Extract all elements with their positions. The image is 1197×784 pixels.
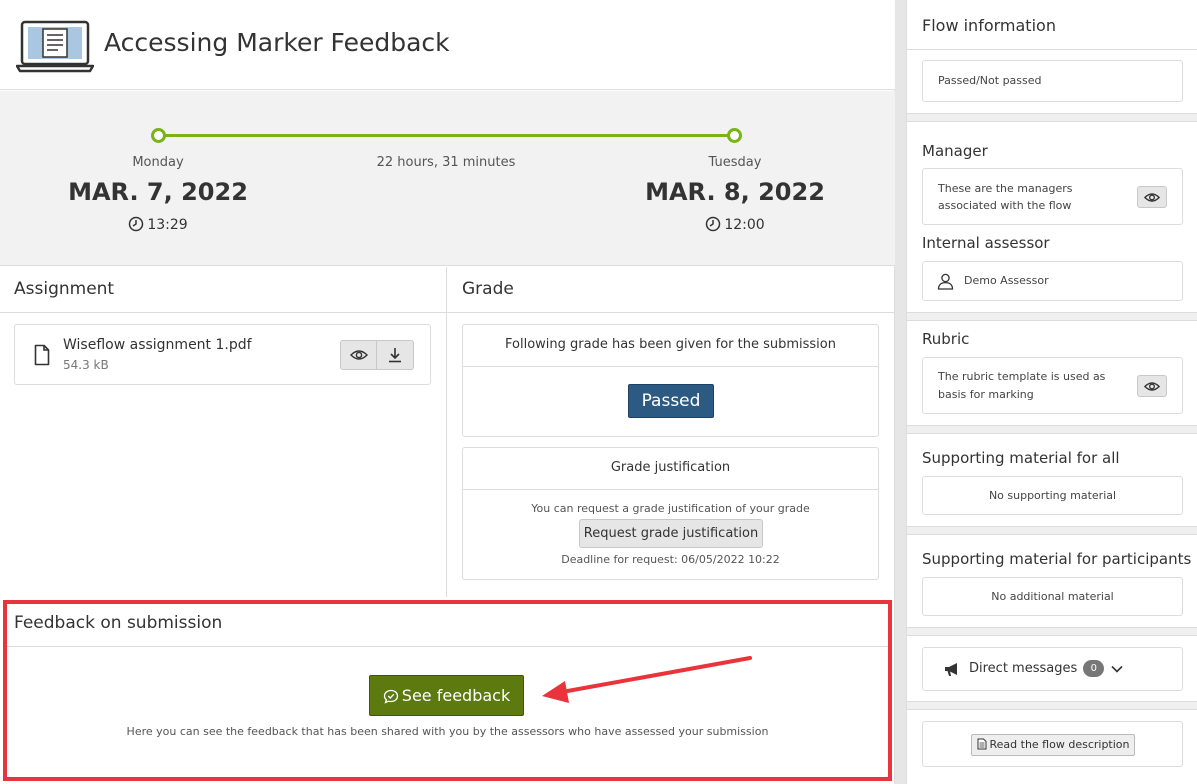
see-feedback-button[interactable]: See feedback: [369, 675, 524, 716]
sidebar-separator: [907, 312, 1197, 321]
sidebar-separator: [907, 113, 1197, 122]
start-time-value: 13:29: [147, 217, 188, 233]
timeline-bar: [158, 134, 734, 137]
read-flow-description-button[interactable]: Read the flow description: [971, 734, 1135, 756]
see-feedback-label: See feedback: [401, 686, 511, 705]
file-actions: [340, 340, 414, 370]
timeline-end-dot: [727, 128, 742, 143]
chat-check-icon: [383, 689, 398, 704]
sidebar-separator: [907, 526, 1197, 535]
eye-icon: [349, 350, 368, 360]
clock-icon: [706, 216, 721, 232]
assessor-name: Demo Assessor: [964, 274, 1049, 287]
sidebar-separator: [907, 425, 1197, 434]
direct-messages-label: Direct messages: [969, 661, 1078, 676]
main-panel: Accessing Marker Feedback Monday MAR. 7,…: [0, 0, 895, 784]
justification-title: Grade justification: [463, 448, 878, 490]
file-icon: [34, 344, 50, 366]
flow-type: Passed/Not passed: [922, 60, 1183, 102]
flow-info-sidebar: Flow information Passed/Not passed Manag…: [906, 0, 1197, 784]
support-participants-title: Supporting material for participants: [922, 550, 1192, 568]
feedback-title: Feedback on submission: [14, 613, 223, 633]
end-day: Tuesday: [708, 155, 762, 170]
feedback-description: Here you can see the feedback that has b…: [126, 725, 769, 738]
rubric-text: The rubric template is used as basis for…: [938, 370, 1106, 401]
view-rubric-button[interactable]: [1137, 375, 1167, 397]
message-count-badge: 0: [1083, 660, 1105, 677]
eye-icon: [1144, 381, 1160, 391]
annotation-arrow: [542, 656, 752, 703]
grade-given-text: Following grade has been given for the s…: [463, 325, 878, 367]
view-managers-button[interactable]: [1137, 186, 1167, 208]
manager-text: These are the managers associated with t…: [938, 182, 1073, 212]
megaphone-icon: [945, 662, 957, 676]
end-time: 12:00: [635, 216, 835, 233]
direct-messages-row: Direct messages 0: [943, 660, 1123, 677]
sidebar-separator: [907, 701, 1197, 710]
request-justification-button[interactable]: Request grade justification: [579, 519, 763, 548]
file-card: Wiseflow assignment 1.pdf 54.3 kB: [14, 324, 431, 385]
rubric-card: The rubric template is used as basis for…: [922, 357, 1183, 414]
page-header: Accessing Marker Feedback: [0, 0, 895, 90]
read-flow-description-label: Read the flow description: [989, 738, 1130, 751]
support-all-card: No supporting material: [922, 476, 1183, 515]
assessor-card: Demo Assessor: [922, 261, 1183, 301]
grade-value: Passed: [628, 384, 714, 418]
internal-assessor-title: Internal assessor: [922, 234, 1050, 252]
chevron-down-icon: [1111, 665, 1123, 673]
document-icon: [977, 738, 986, 750]
feedback-divider: [7, 646, 888, 647]
assignment-title: Assignment: [14, 279, 115, 299]
download-file-button[interactable]: [377, 340, 414, 370]
justification-info: You can request a grade justification of…: [531, 502, 810, 515]
start-time: 13:29: [58, 216, 258, 233]
file-name: Wiseflow assignment 1.pdf: [63, 337, 252, 353]
download-icon: [389, 348, 401, 363]
grade-card: Following grade has been given for the s…: [462, 324, 879, 437]
end-date: MAR. 8, 2022: [645, 178, 825, 206]
flow-description-card: Read the flow description: [922, 721, 1183, 767]
clock-icon: [129, 216, 144, 232]
page-title: Accessing Marker Feedback: [104, 28, 450, 57]
preview-file-button[interactable]: [340, 340, 377, 370]
section-divider: [0, 312, 895, 313]
timeline: Monday MAR. 7, 2022 13:29 22 hours, 31 m…: [0, 91, 895, 266]
user-icon: [937, 273, 954, 290]
file-size: 54.3 kB: [63, 358, 109, 372]
support-all-title: Supporting material for all: [922, 449, 1120, 467]
justification-deadline: Deadline for request: 06/05/2022 10:22: [561, 553, 780, 566]
duration: 22 hours, 31 minutes: [376, 155, 516, 170]
manager-card: These are the managers associated with t…: [922, 168, 1183, 225]
justification-card: Grade justification You can request a gr…: [462, 447, 879, 580]
grade-title: Grade: [462, 279, 514, 299]
column-divider: [446, 267, 447, 597]
support-participants-card: No additional material: [922, 577, 1183, 616]
laptop-icon: [16, 20, 94, 73]
sidebar-divider: [907, 49, 1197, 50]
manager-title: Manager: [922, 142, 988, 160]
sidebar-title: Flow information: [922, 16, 1056, 35]
start-date: MAR. 7, 2022: [68, 178, 248, 206]
sidebar-separator: [907, 627, 1197, 636]
end-time-value: 12:00: [724, 217, 765, 233]
timeline-start-dot: [151, 128, 166, 143]
direct-messages-toggle[interactable]: Direct messages 0: [922, 647, 1183, 691]
rubric-title: Rubric: [922, 330, 970, 348]
start-day: Monday: [132, 155, 184, 170]
eye-icon: [1144, 192, 1160, 202]
